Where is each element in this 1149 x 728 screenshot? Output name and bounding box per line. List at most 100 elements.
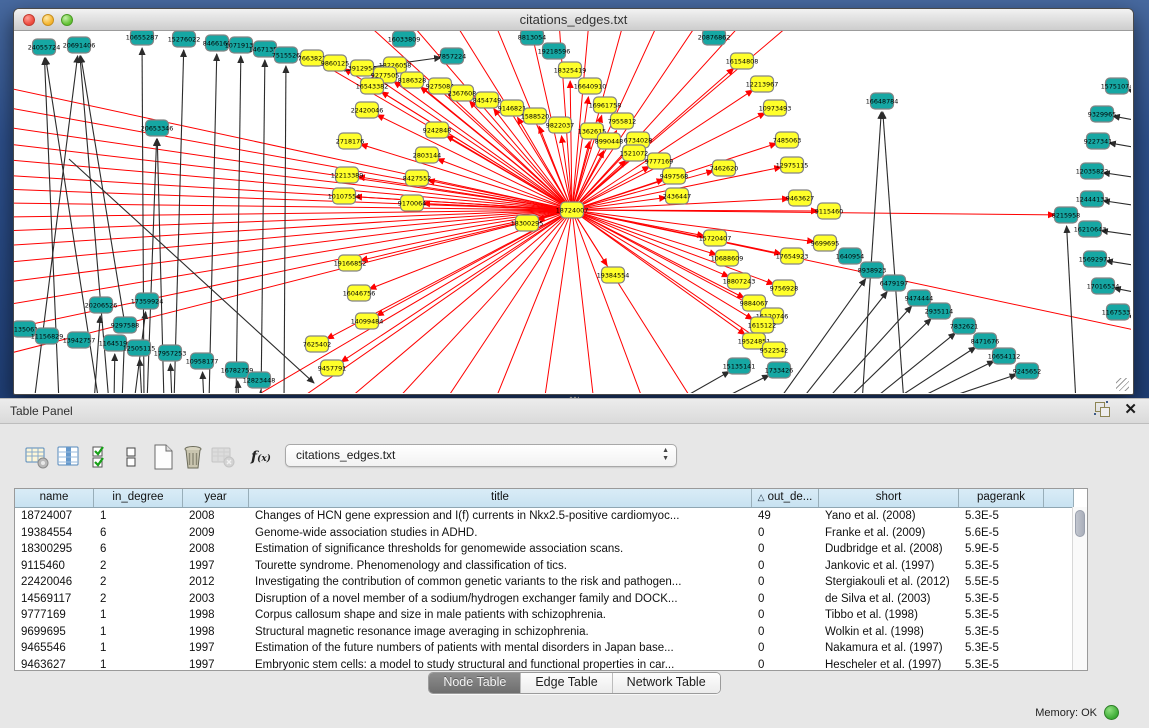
graph-edge[interactable] (714, 375, 769, 393)
table-cell-name[interactable]: 9777169 (15, 607, 94, 624)
column-header-name[interactable]: name (15, 489, 94, 507)
table-cell-short[interactable]: Yano et al. (2008) (819, 508, 959, 525)
table-cell-short[interactable]: Jankovic et al. (1997) (819, 558, 959, 575)
graph-edge[interactable] (284, 66, 286, 393)
table-cell-filler[interactable] (1044, 508, 1074, 525)
table-cell-name[interactable]: 19384554 (15, 525, 94, 542)
graph-edge[interactable] (883, 112, 904, 393)
table-cell-short[interactable]: de Silva et al. (2003) (819, 591, 959, 608)
graph-edge[interactable] (238, 381, 239, 393)
window-titlebar[interactable]: citations_edges.txt (14, 9, 1133, 31)
table-cell-year[interactable]: 2009 (183, 525, 249, 542)
table-row[interactable]: 969969511998Structural magnetic resonanc… (15, 624, 1087, 641)
delete-attribute-icon[interactable] (180, 443, 206, 471)
table-cell-in_degree[interactable]: 1 (94, 624, 183, 641)
graph-edge[interactable] (114, 354, 115, 393)
table-cell-pagerank[interactable]: 5.6E-5 (959, 525, 1044, 542)
table-cell-name[interactable]: 14569117 (15, 591, 94, 608)
graph-edge[interactable] (799, 292, 887, 393)
tab-node-table[interactable]: Node Table (429, 673, 521, 693)
vertical-scrollbar[interactable] (1072, 507, 1087, 670)
network-window[interactable]: citations_edges.txt 24055724206914061065… (13, 8, 1134, 395)
table-cell-out_degree[interactable]: 0 (752, 574, 819, 591)
table-selector-dropdown[interactable]: citations_edges.txt ▲▼ (285, 444, 677, 467)
graph-edge[interactable] (14, 210, 572, 356)
table-cell-name[interactable]: 18300295 (15, 541, 94, 558)
table-cell-year[interactable]: 2012 (183, 574, 249, 591)
graph-edge[interactable] (544, 210, 572, 393)
table-cell-in_degree[interactable]: 2 (94, 574, 183, 591)
graph-edge[interactable] (236, 56, 241, 393)
table-cell-year[interactable]: 1997 (183, 640, 249, 657)
table-row[interactable]: 977716911998Corpus callosum shape and si… (15, 607, 1087, 624)
graph-edge[interactable] (932, 375, 1017, 393)
tab-edge-table[interactable]: Edge Table (521, 673, 612, 693)
table-cell-year[interactable]: 1998 (183, 624, 249, 641)
table-row[interactable]: 946554611997Estimation of the future num… (15, 640, 1087, 657)
table-cell-name[interactable]: 9699695 (15, 624, 94, 641)
table-cell-out_degree[interactable]: 49 (752, 508, 819, 525)
graph-edge[interactable] (203, 372, 204, 393)
column-header-in_degree[interactable]: in_degree (94, 489, 183, 507)
table-cell-out_degree[interactable]: 0 (752, 607, 819, 624)
table-cell-year[interactable]: 1998 (183, 607, 249, 624)
table-cell-in_degree[interactable]: 1 (94, 607, 183, 624)
table-cell-short[interactable]: Hescheler et al. (1997) (819, 657, 959, 672)
close-panel-icon[interactable]: ✕ (1124, 402, 1137, 417)
graph-edge[interactable] (170, 364, 172, 393)
column-header-out_degree[interactable]: △out_de... (752, 489, 819, 507)
table-cell-name[interactable]: 18724007 (15, 508, 94, 525)
table-cell-year[interactable]: 2003 (183, 591, 249, 608)
table-cell-out_degree[interactable]: 0 (752, 525, 819, 542)
tab-network-table[interactable]: Network Table (613, 673, 720, 693)
table-cell-pagerank[interactable]: 5.3E-5 (959, 508, 1044, 525)
table-cell-title[interactable]: Tourette syndrome. Phenomenology and cla… (249, 558, 752, 575)
table-cell-in_degree[interactable]: 2 (94, 591, 183, 608)
table-cell-name[interactable]: 9465546 (15, 640, 94, 657)
column-header-title[interactable]: title (249, 489, 752, 507)
table-cell-out_degree[interactable]: 0 (752, 591, 819, 608)
table-cell-title[interactable]: Changes of HCN gene expression and I(f) … (249, 508, 752, 525)
table-cell-filler[interactable] (1044, 541, 1074, 558)
table-cell-pagerank[interactable]: 5.9E-5 (959, 541, 1044, 558)
row-height-icon[interactable] (118, 443, 144, 471)
table-cell-year[interactable]: 2008 (183, 508, 249, 525)
table-cell-title[interactable]: Genome-wide association studies in ADHD. (249, 525, 752, 542)
table-cell-short[interactable]: Tibbo et al. (1998) (819, 607, 959, 624)
create-table-icon[interactable] (150, 443, 176, 471)
table-cell-short[interactable]: Wolkin et al. (1998) (819, 624, 959, 641)
table-cell-filler[interactable] (1044, 558, 1074, 575)
table-cell-title[interactable]: Embryonic stem cells: a model to study s… (249, 657, 752, 672)
table-cell-filler[interactable] (1044, 574, 1074, 591)
table-cell-in_degree[interactable]: 1 (94, 657, 183, 672)
table-cell-title[interactable]: Structural magnetic resonance image aver… (249, 624, 752, 641)
table-cell-name[interactable]: 9463627 (15, 657, 94, 672)
table-cell-pagerank[interactable]: 5.3E-5 (959, 558, 1044, 575)
table-cell-in_degree[interactable]: 2 (94, 558, 183, 575)
graph-edge[interactable] (394, 210, 572, 393)
graph-edge[interactable] (261, 60, 265, 393)
table-cell-title[interactable]: Estimation of the future numbers of pati… (249, 640, 752, 657)
table-cell-short[interactable]: Dudbridge et al. (2008) (819, 541, 959, 558)
table-cell-short[interactable]: Stergiakouli et al. (2012) (819, 574, 959, 591)
table-row[interactable]: 946362711997Embryonic stem cells: a mode… (15, 657, 1087, 672)
table-cell-out_degree[interactable]: 0 (752, 640, 819, 657)
graph-edge[interactable] (909, 361, 994, 393)
graph-edge[interactable] (94, 316, 100, 393)
table-row[interactable]: 1872400712008Changes of HCN gene express… (15, 508, 1087, 525)
graph-edge[interactable] (572, 210, 694, 393)
table-cell-in_degree[interactable]: 1 (94, 640, 183, 657)
table-cell-pagerank[interactable]: 5.3E-5 (959, 657, 1044, 672)
table-row[interactable]: 2242004622012Investigating the contribut… (15, 574, 1087, 591)
column-header-filler[interactable] (1044, 489, 1074, 507)
table-cell-filler[interactable] (1044, 607, 1074, 624)
table-cell-filler[interactable] (1044, 525, 1074, 542)
table-settings-icon[interactable] (24, 443, 50, 471)
table-row[interactable]: 1456911722003Disruption of a novel membe… (15, 591, 1087, 608)
table-cell-in_degree[interactable]: 6 (94, 541, 183, 558)
graph-edge[interactable] (1067, 226, 1076, 393)
memory-status-icon[interactable] (1104, 705, 1119, 720)
table-row[interactable]: 1830029562008Estimation of significance … (15, 541, 1087, 558)
table-row[interactable]: 911546021997Tourette syndrome. Phenomeno… (15, 558, 1087, 575)
function-builder-icon[interactable]: f(x) (248, 443, 274, 471)
